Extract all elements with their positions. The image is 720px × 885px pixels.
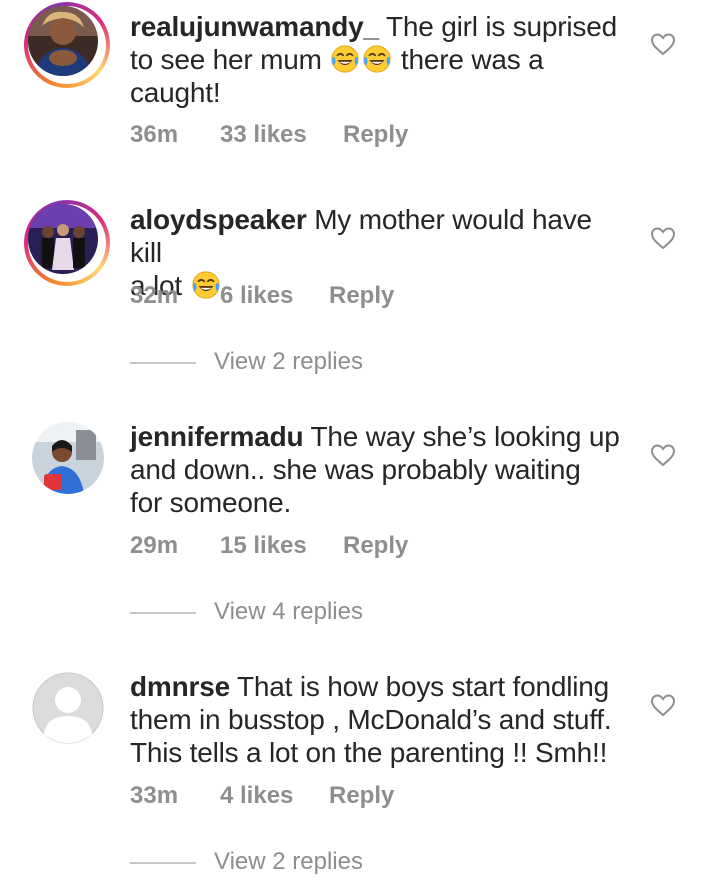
reply-button[interactable]: Reply bbox=[329, 782, 394, 810]
comment-text: jennifermadu The way she’s looking up an… bbox=[130, 421, 620, 518]
avatar-photo bbox=[32, 422, 104, 494]
reply-button[interactable]: Reply bbox=[329, 282, 394, 310]
likes-count[interactable]: 15 likes bbox=[220, 532, 307, 560]
heart-outline-icon[interactable] bbox=[650, 32, 676, 56]
avatar[interactable] bbox=[24, 200, 110, 286]
likes-count[interactable]: 4 likes bbox=[220, 782, 293, 810]
heart-outline-icon[interactable] bbox=[650, 693, 676, 717]
timestamp: 33m bbox=[130, 782, 179, 809]
username[interactable]: jennifermadu bbox=[130, 421, 304, 452]
timestamp: 36m bbox=[130, 121, 179, 148]
avatar-photo bbox=[28, 204, 98, 274]
avatar[interactable] bbox=[32, 422, 104, 494]
likes-count[interactable]: 6 likes bbox=[220, 282, 293, 310]
avatar[interactable] bbox=[24, 2, 110, 88]
username[interactable]: realujunwamandy_ bbox=[130, 11, 379, 42]
comment-text: dmnrse That is how boys start fondling t… bbox=[130, 671, 612, 768]
username[interactable]: dmnrse bbox=[130, 671, 230, 702]
replies-divider bbox=[130, 612, 196, 614]
likes-count[interactable]: 33 likes bbox=[220, 121, 307, 149]
avatar-photo bbox=[28, 6, 98, 76]
timestamp: 32m bbox=[130, 282, 179, 309]
comment-text: realujunwamandy_ The girl is suprised to… bbox=[130, 11, 617, 108]
laughing-tears-emoji-icon bbox=[191, 270, 221, 300]
default-avatar-icon bbox=[32, 672, 104, 744]
heart-outline-icon[interactable] bbox=[650, 443, 676, 467]
timestamp: 29m bbox=[130, 532, 179, 559]
avatar[interactable] bbox=[32, 672, 104, 744]
heart-outline-icon[interactable] bbox=[650, 226, 676, 250]
laughing-tears-emoji-icon bbox=[362, 44, 392, 74]
username[interactable]: aloydspeaker bbox=[130, 204, 307, 235]
laughing-tears-emoji-icon bbox=[330, 44, 360, 74]
replies-divider bbox=[130, 862, 196, 864]
replies-divider bbox=[130, 362, 196, 364]
reply-button[interactable]: Reply bbox=[343, 532, 408, 560]
reply-button[interactable]: Reply bbox=[343, 121, 408, 149]
